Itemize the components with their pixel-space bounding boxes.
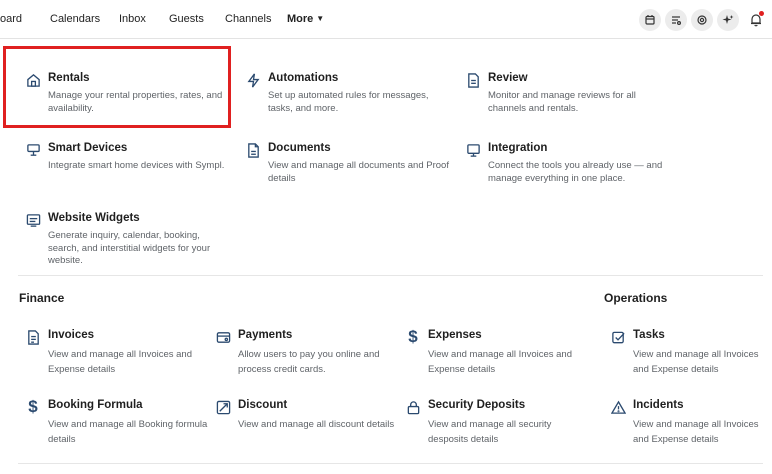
nav-more[interactable]: More ▼	[287, 13, 324, 25]
support-button[interactable]	[691, 9, 713, 31]
app-title: Website Widgets	[48, 212, 140, 224]
section-divider	[18, 275, 763, 276]
home-icon	[24, 71, 42, 89]
nav-channels[interactable]: Channels	[225, 13, 271, 25]
nav-more-label: More	[287, 13, 314, 25]
item-description: View and manage all Invoices and Expense…	[428, 349, 573, 375]
calendar-icon	[645, 15, 655, 25]
device-icon	[24, 141, 42, 159]
list-icon	[672, 16, 681, 25]
lock-icon	[404, 398, 422, 416]
item-description: Allow users to pay you online and proces…	[238, 349, 380, 375]
nav-dashboard[interactable]: oard	[0, 13, 22, 25]
item-title: Booking Formula	[48, 399, 143, 411]
list-button[interactable]	[665, 9, 687, 31]
document-icon	[464, 71, 482, 89]
checkbox-icon	[609, 328, 627, 346]
discount-icon	[214, 398, 232, 416]
app-title: Automations	[268, 72, 339, 84]
nav-guests[interactable]: Guests	[169, 13, 204, 25]
file-icon	[244, 141, 262, 159]
top-navigation-bar: oard Calendars Inbox Guests Channels Mor…	[0, 0, 772, 39]
nav-calendars[interactable]: Calendars	[50, 13, 100, 25]
item-title: Payments	[238, 329, 293, 341]
sparkle-icon	[722, 15, 734, 24]
item-description: View and manage all Booking formula deta…	[48, 419, 208, 445]
app-title: Smart Devices	[48, 142, 128, 154]
monitor-icon	[464, 141, 482, 159]
item-description: View and manage all Invoices and Expense…	[633, 419, 759, 445]
app-title: Documents	[268, 142, 331, 154]
app-description: View and manage all documents and Proof …	[268, 160, 449, 184]
widget-icon	[24, 211, 42, 229]
dollar-icon: $	[28, 397, 38, 416]
finance-heading: Finance	[19, 291, 65, 305]
item-title: Incidents	[633, 399, 684, 411]
app-description: Monitor and manage reviews for all chann…	[488, 90, 636, 114]
app-description: Set up automated rules for messages, tas…	[268, 90, 429, 114]
nav-inbox[interactable]: Inbox	[119, 13, 146, 25]
card-icon	[214, 328, 232, 346]
item-title: Discount	[238, 399, 288, 411]
item-title: Invoices	[48, 329, 95, 341]
item-title: Tasks	[633, 329, 665, 341]
app-description: Integrate smart home devices with Sympl.	[48, 160, 225, 171]
item-title: Security Deposits	[428, 399, 526, 411]
chevron-down-icon: ▼	[316, 14, 325, 23]
app-title: Review	[488, 72, 528, 84]
bottom-divider	[18, 463, 763, 464]
item-description: View and manage all Invoices and Expense…	[633, 349, 759, 375]
app-title: Integration	[488, 142, 548, 154]
app-description: Connect the tools you already use — and …	[488, 160, 663, 184]
dollar-icon: $	[408, 327, 418, 346]
app-description: Manage your rental properties, rates, an…	[48, 90, 223, 114]
item-description: View and manage all discount details	[238, 419, 395, 430]
ai-button[interactable]	[717, 9, 739, 31]
support-icon	[697, 15, 707, 25]
app-description: Generate inquiry, calendar, booking, sea…	[48, 230, 211, 266]
warning-icon	[609, 398, 627, 416]
notification-dot	[759, 11, 764, 16]
notifications-button[interactable]	[745, 9, 767, 31]
lightning-icon	[244, 71, 262, 89]
invoice-icon	[24, 328, 42, 346]
item-title: Expenses	[428, 329, 482, 341]
item-description: View and manage all Invoices and Expense…	[48, 349, 193, 375]
calendar-button[interactable]	[639, 9, 661, 31]
item-description: View and manage all security desposits d…	[428, 419, 552, 445]
operations-heading: Operations	[604, 291, 668, 305]
app-title: Rentals	[48, 72, 90, 84]
